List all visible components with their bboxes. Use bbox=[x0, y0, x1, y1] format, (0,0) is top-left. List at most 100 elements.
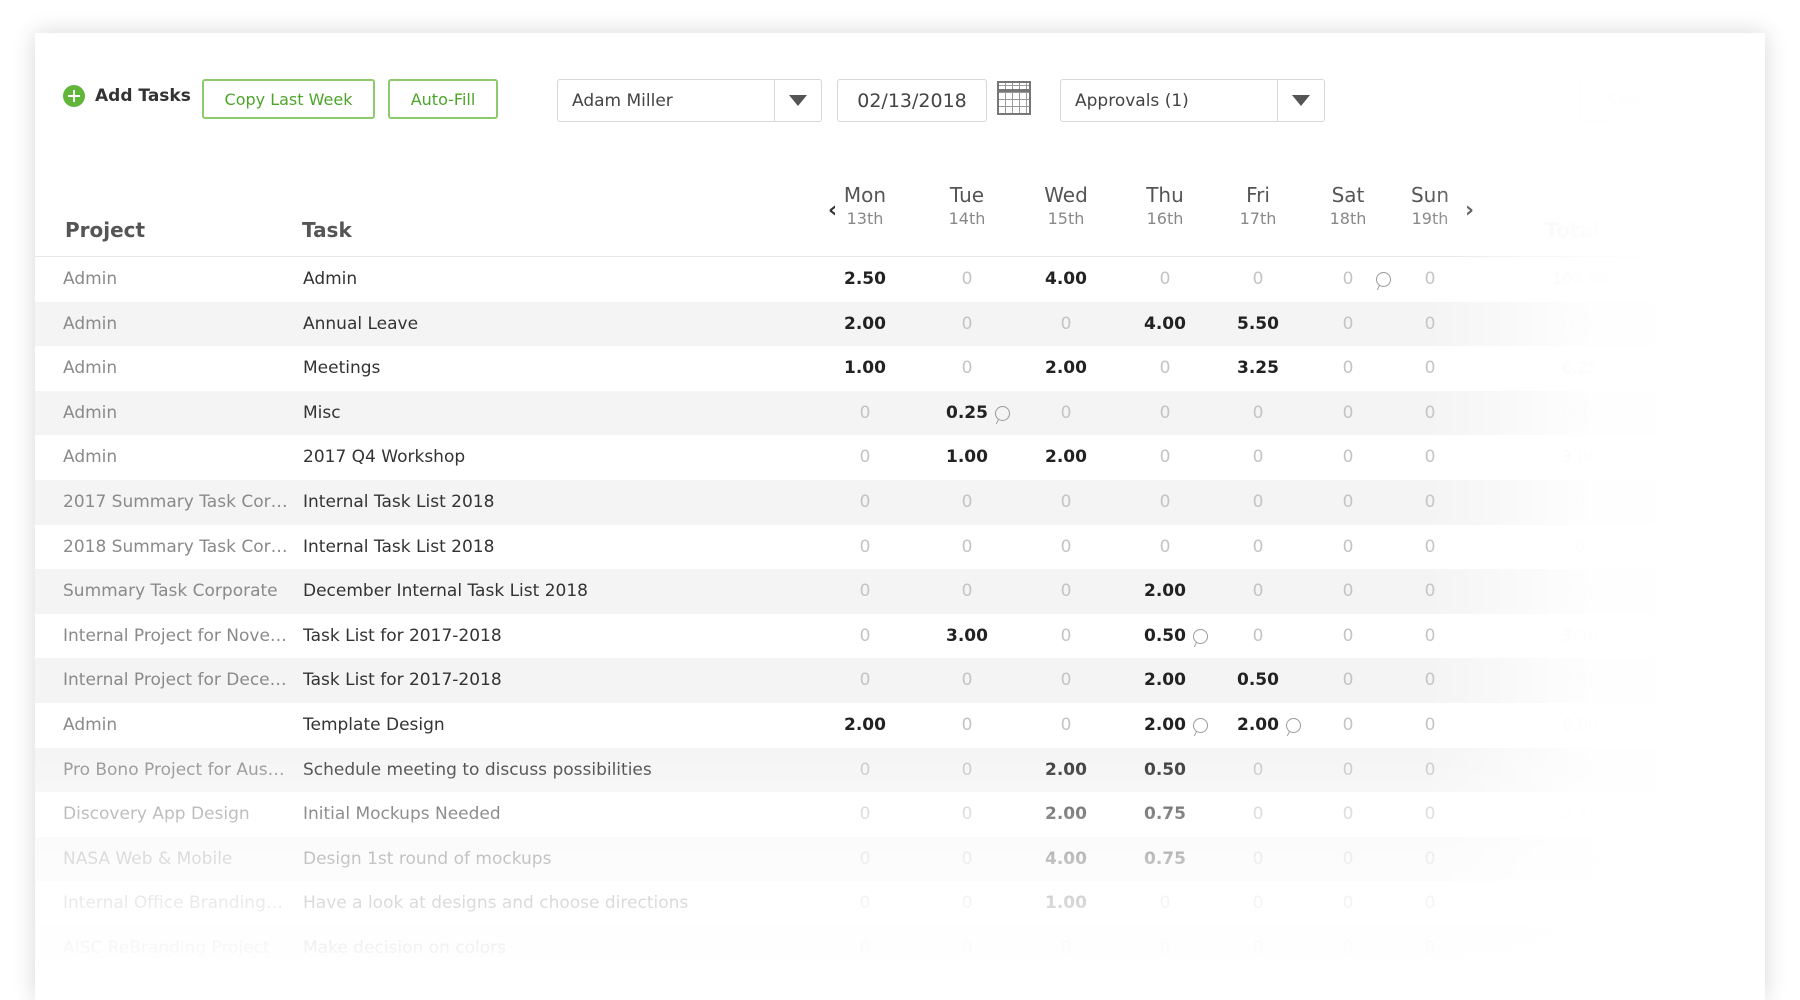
approvals-select[interactable]: Approvals (1) bbox=[1060, 79, 1325, 122]
hours-cell-fri[interactable]: 0 bbox=[1218, 257, 1298, 302]
hours-cell-tue[interactable]: 0 bbox=[927, 837, 1007, 882]
hours-cell-sun[interactable]: 0 bbox=[1390, 302, 1470, 347]
approvals-select-toggle[interactable] bbox=[1277, 80, 1324, 121]
hours-cell-thu[interactable]: 0 bbox=[1125, 391, 1205, 436]
hours-cell-mon[interactable]: 0 bbox=[825, 748, 905, 793]
table-row[interactable]: 2018 Summary Task Corporate Internal Task… bbox=[35, 525, 1765, 570]
hours-cell-sun[interactable]: 0 bbox=[1390, 480, 1470, 525]
hours-cell-sun[interactable]: 0 bbox=[1390, 837, 1470, 882]
hours-cell-fri[interactable]: 0 bbox=[1218, 971, 1298, 1000]
hours-cell-sun[interactable]: 0 bbox=[1390, 525, 1470, 570]
comment-icon[interactable] bbox=[995, 405, 1010, 421]
hours-cell-sat[interactable]: 0 bbox=[1308, 480, 1388, 525]
table-row[interactable]: Summary Task Corporate December Internal … bbox=[35, 569, 1765, 614]
hours-cell-wed[interactable]: 0 bbox=[1026, 480, 1106, 525]
hours-cell-mon[interactable]: 2.00 bbox=[825, 302, 905, 347]
hours-cell-thu[interactable]: 4.00 bbox=[1125, 302, 1205, 347]
hours-cell-sat[interactable]: 0 bbox=[1308, 525, 1388, 570]
hours-cell-sun[interactable]: 0 bbox=[1390, 926, 1470, 971]
hours-cell-sat[interactable]: 0 bbox=[1308, 703, 1388, 748]
hours-cell-thu[interactable]: 2.00 bbox=[1125, 569, 1205, 614]
hours-cell-sat[interactable]: 0 bbox=[1308, 391, 1388, 436]
table-row[interactable]: Admin 2017 Q4 Workshop 0 1.00 2.00 0 0 0 0 3.00 bbox=[35, 435, 1765, 480]
hours-cell-thu[interactable]: 2.00 bbox=[1125, 658, 1205, 703]
comment-icon[interactable] bbox=[1286, 717, 1301, 733]
hours-cell-fri[interactable]: 0 bbox=[1218, 525, 1298, 570]
table-row[interactable]: Admin Annual Leave 2.00 0 0 4.00 5.50 0 0 11.50 bbox=[35, 301, 1765, 347]
hours-cell-mon[interactable]: 0 bbox=[825, 614, 905, 659]
calendar-icon[interactable] bbox=[997, 81, 1031, 115]
user-select-toggle[interactable] bbox=[774, 80, 821, 121]
hours-cell-sat[interactable]: 0 bbox=[1308, 614, 1388, 659]
hours-cell-fri[interactable]: 0 bbox=[1218, 748, 1298, 793]
hours-cell-tue[interactable]: 0 bbox=[927, 881, 1007, 926]
hours-cell-thu[interactable]: 0 bbox=[1125, 435, 1205, 480]
hours-cell-sun[interactable]: 0 bbox=[1390, 435, 1470, 480]
hours-cell-thu[interactable]: 0.50 bbox=[1125, 748, 1205, 793]
hours-cell-fri[interactable]: 0 bbox=[1218, 391, 1298, 436]
hours-cell-wed[interactable]: 0 bbox=[1026, 391, 1106, 436]
hours-cell-fri[interactable]: 0 bbox=[1218, 881, 1298, 926]
hours-cell-tue[interactable]: 0 bbox=[927, 525, 1007, 570]
hours-cell-thu[interactable]: 0 bbox=[1125, 881, 1205, 926]
hours-cell-wed[interactable]: 2.00 bbox=[1026, 435, 1106, 480]
hours-cell-sun[interactable]: 0 bbox=[1390, 391, 1470, 436]
hours-cell-mon[interactable]: 2.00 bbox=[825, 703, 905, 748]
hours-cell-tue[interactable]: 0 bbox=[927, 792, 1007, 837]
hours-cell-fri[interactable]: 0 bbox=[1218, 435, 1298, 480]
table-row[interactable]: Admin Misc 0 0.25 0 0 0 0 0 0.25 bbox=[35, 390, 1765, 436]
hours-cell-tue[interactable]: 0 bbox=[927, 346, 1007, 391]
hours-cell-sun[interactable]: 0 bbox=[1390, 971, 1470, 1000]
table-row[interactable]: Discovery Meeting with Stakeholders 0 0 0 0 0 0… bbox=[35, 971, 1765, 1000]
table-row[interactable]: Internal Project for December Task List f… bbox=[35, 658, 1765, 703]
hours-cell-thu[interactable]: 0 bbox=[1125, 926, 1205, 971]
hours-cell-thu[interactable]: 0 bbox=[1125, 346, 1205, 391]
hours-cell-fri[interactable]: 0 bbox=[1218, 614, 1298, 659]
chevron-right-icon[interactable]: › bbox=[1465, 198, 1474, 223]
table-row[interactable]: NASA Web & Mobile Design 1st round of moc… bbox=[35, 836, 1765, 882]
hours-cell-thu[interactable]: 0.75 bbox=[1125, 837, 1205, 882]
hours-cell-mon[interactable]: 0 bbox=[825, 658, 905, 703]
hours-cell-tue[interactable]: 3.00 bbox=[927, 614, 1007, 659]
hours-cell-sat[interactable]: 0 bbox=[1308, 748, 1388, 793]
hours-cell-tue[interactable]: 0 bbox=[927, 569, 1007, 614]
hours-cell-wed[interactable]: 0 bbox=[1026, 926, 1106, 971]
hours-cell-sat[interactable]: 0 bbox=[1308, 926, 1388, 971]
hours-cell-thu[interactable]: 0 bbox=[1125, 525, 1205, 570]
table-row[interactable]: Admin Admin 2.50 0 4.00 0 0 0 0 103.50 bbox=[35, 257, 1765, 302]
hours-cell-sat[interactable]: 0 bbox=[1308, 658, 1388, 703]
hours-cell-wed[interactable]: 4.00 bbox=[1026, 257, 1106, 302]
hours-cell-wed[interactable]: 4.00 bbox=[1026, 837, 1106, 882]
table-row[interactable]: AISC ReBranding Project Make decision on … bbox=[35, 925, 1765, 971]
hours-cell-fri[interactable]: 0 bbox=[1218, 480, 1298, 525]
hours-cell-sun[interactable]: 0 bbox=[1390, 748, 1470, 793]
hours-cell-mon[interactable]: 0 bbox=[825, 881, 905, 926]
hours-cell-sat[interactable]: 0 bbox=[1308, 792, 1388, 837]
hours-cell-tue[interactable]: 1.00 bbox=[927, 435, 1007, 480]
hours-cell-thu[interactable]: 0 bbox=[1125, 480, 1205, 525]
auto-fill-button[interactable]: Auto-Fill bbox=[388, 79, 498, 119]
hours-cell-wed[interactable]: 0 bbox=[1026, 614, 1106, 659]
comment-icon[interactable] bbox=[1193, 717, 1208, 733]
hours-cell-tue[interactable]: 0 bbox=[927, 658, 1007, 703]
more-icon[interactable]: ⋮ bbox=[1703, 81, 1723, 105]
hours-cell-wed[interactable]: 2.00 bbox=[1026, 792, 1106, 837]
hours-cell-thu[interactable]: 0 bbox=[1125, 257, 1205, 302]
hours-cell-fri[interactable]: 5.50 bbox=[1218, 302, 1298, 347]
user-select[interactable]: Adam Miller bbox=[557, 79, 822, 122]
add-tasks-button[interactable]: Add Tasks bbox=[63, 85, 191, 107]
hours-cell-thu[interactable]: 0.75 bbox=[1125, 792, 1205, 837]
save-button[interactable]: Save bbox=[1580, 77, 1672, 121]
hours-cell-sun[interactable]: 0 bbox=[1390, 614, 1470, 659]
hours-cell-wed[interactable]: 2.00 bbox=[1026, 748, 1106, 793]
hours-cell-tue[interactable]: 0 bbox=[927, 926, 1007, 971]
hours-cell-mon[interactable]: 2.50 bbox=[825, 257, 905, 302]
hours-cell-tue[interactable]: 0 bbox=[927, 703, 1007, 748]
hours-cell-fri[interactable]: 0 bbox=[1218, 837, 1298, 882]
copy-last-week-button[interactable]: Copy Last Week bbox=[202, 79, 375, 119]
hours-cell-mon[interactable]: 0 bbox=[825, 391, 905, 436]
hours-cell-tue[interactable]: 0 bbox=[927, 748, 1007, 793]
hours-cell-wed[interactable]: 0 bbox=[1026, 971, 1106, 1000]
hours-cell-sun[interactable]: 0 bbox=[1390, 346, 1470, 391]
date-input[interactable]: 02/13/2018 bbox=[837, 79, 987, 122]
